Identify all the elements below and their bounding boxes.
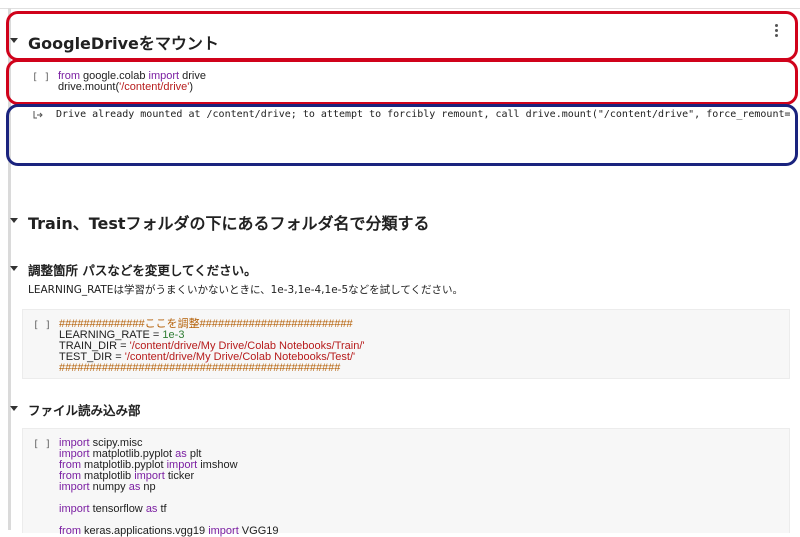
- code-cell-settings[interactable]: [ ] ##############ここを調整#################…: [22, 309, 790, 379]
- run-cell-button[interactable]: [ ]: [33, 320, 51, 331]
- code-text[interactable]: ##############ここを調整#####################…: [59, 319, 365, 374]
- collapse-section-icon[interactable]: [10, 266, 18, 271]
- collapse-section-icon[interactable]: [10, 406, 18, 411]
- section-heading-settings: 調整箇所 パスなどを変更してください。: [28, 263, 257, 278]
- section-heading-classify: Train、Testフォルダの下にあるフォルダ名で分類する: [28, 214, 430, 233]
- annotation-red-box-code: [6, 59, 798, 105]
- settings-description: LEARNING_RATEは学習がうまくいかないときに、1e-3,1e-4,1e…: [28, 284, 463, 296]
- section-heading-file-loading: ファイル読み込み部: [28, 403, 141, 418]
- annotation-red-box-heading: [6, 11, 798, 61]
- collapse-section-icon[interactable]: [10, 218, 18, 223]
- run-cell-button[interactable]: [ ]: [33, 439, 51, 450]
- code-cell-imports[interactable]: [ ] import scipy.misc import matplotlib.…: [22, 428, 790, 537]
- code-text[interactable]: import scipy.misc import matplotlib.pypl…: [59, 438, 279, 537]
- notebook-top-edge: [0, 0, 800, 9]
- annotation-blue-box-output: [6, 104, 798, 166]
